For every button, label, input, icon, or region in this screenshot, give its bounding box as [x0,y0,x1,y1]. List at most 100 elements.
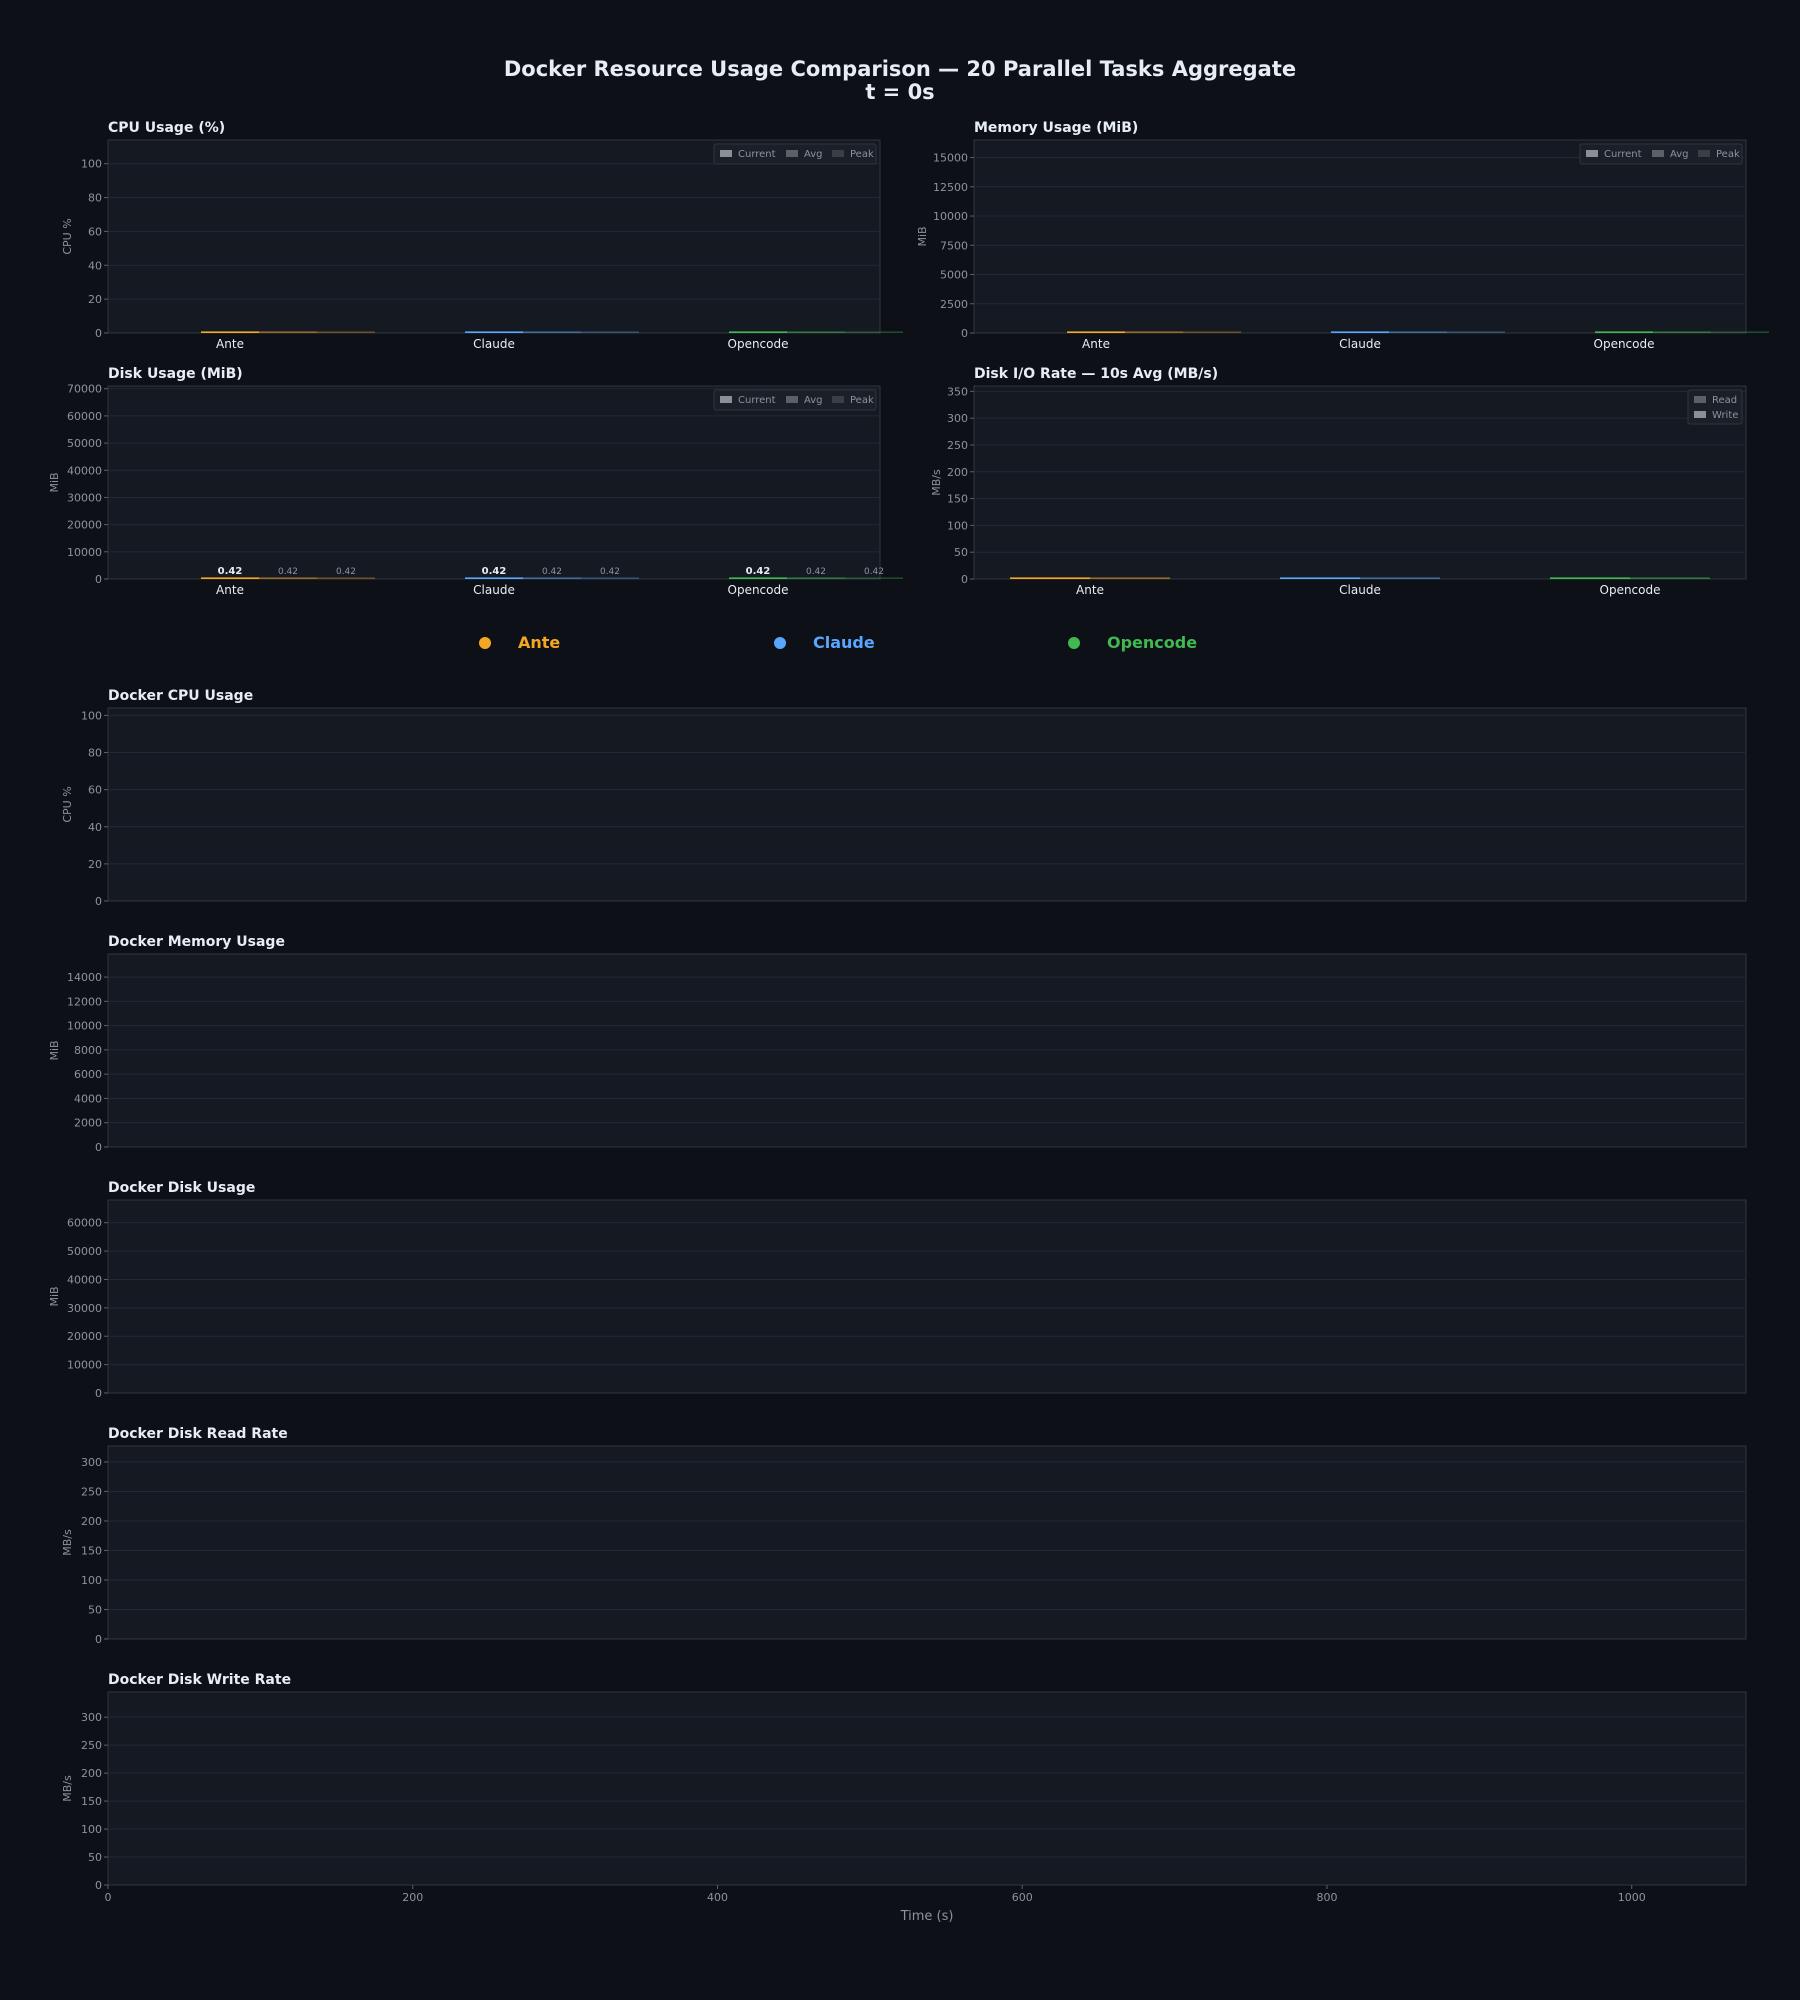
y-tick-label: 30000 [67,491,102,504]
x-tick-label: Opencode [728,337,789,351]
y-tick-label: 20 [88,858,102,871]
bar-value-label: 0.42 [542,567,562,577]
legend-swatch [786,396,798,403]
y-tick-label: 60000 [67,410,102,423]
legend-label: Write [1712,410,1738,421]
bar-avg [523,331,581,333]
figure-title: Docker Resource Usage Comparison — 20 Pa… [504,57,1296,81]
bar-current [465,577,523,579]
y-tick-label: 8000 [74,1044,102,1057]
y-tick-label: 15000 [933,152,968,165]
chart-read_line: Docker Disk Read Rate 0 50 100 150 200 250 300 M… [61,1426,1747,1646]
y-tick-label: 2500 [940,298,968,311]
x-tick-label: 0 [105,1891,112,1904]
bar-avg [787,331,845,333]
y-axis-label: MiB [48,472,61,492]
x-tick-label: Ante [1076,583,1104,597]
y-tick-label: 10000 [67,546,102,559]
figure-subtitle: t = 0s [865,80,934,104]
chart-title: Docker Disk Usage [108,1180,255,1196]
bar-current [201,331,259,333]
bar-write [1360,577,1440,579]
bar-avg [523,577,581,579]
y-tick-label: 4000 [74,1092,102,1105]
bar-peak [1447,331,1505,333]
chart-title: Docker Memory Usage [108,934,285,950]
y-tick-label: 100 [81,158,102,171]
y-tick-label: 30000 [67,1302,102,1315]
plot-area [107,953,1747,1148]
bar-write [1090,577,1170,579]
x-tick-label: Ante [216,337,244,351]
x-tick-label: 800 [1316,1891,1337,1904]
y-tick-label: 150 [81,1544,102,1557]
x-tick-label: Ante [216,583,244,597]
bar-write [1630,577,1710,579]
y-tick-label: 14000 [67,971,102,984]
y-axis-label: MB/s [930,469,943,496]
bar-peak [1711,331,1769,333]
series-legend: Read Write [1687,389,1743,425]
bar-current [201,577,259,579]
bar-value-label: 0.42 [864,567,884,577]
agent-legend-dot [774,637,786,649]
y-axis-label: MB/s [61,1775,74,1802]
bar-current [729,331,787,333]
y-tick-label: 150 [81,1795,102,1808]
y-tick-label: 12500 [933,181,968,194]
y-tick-label: 300 [81,1711,102,1724]
chart-disk_line: Docker Disk Usage 0 10000 20000 30000 40000 50… [48,1180,1747,1400]
y-tick-label: 50000 [67,437,102,450]
bar-read [1280,577,1360,579]
y-tick-label: 0 [95,895,102,908]
y-tick-label: 100 [947,519,968,532]
y-tick-label: 6000 [74,1068,102,1081]
y-tick-label: 0 [961,327,968,340]
agent-legend-dot [479,637,491,649]
y-tick-label: 40000 [67,1273,102,1286]
legend-label: Current [738,395,776,406]
y-tick-label: 0 [95,1879,102,1892]
legend-swatch [720,396,732,403]
agent-legend-label: Ante [518,633,560,652]
plot-area [107,385,881,580]
bar-current [1067,331,1125,333]
y-axis-label: CPU % [61,218,74,254]
y-tick-label: 50 [88,1603,102,1616]
x-tick-label: Claude [473,583,515,597]
bar-value-label: 0.42 [806,567,826,577]
bar-read [1550,577,1630,579]
y-tick-label: 250 [81,1485,102,1498]
y-tick-label: 200 [947,466,968,479]
chart-mem_line: Docker Memory Usage 0 2000 4000 6000 8000 1000… [48,934,1747,1154]
y-tick-label: 60000 [67,1217,102,1230]
y-tick-label: 10000 [67,1359,102,1372]
plot-area [107,1199,1747,1394]
plot-area [107,139,881,334]
y-tick-label: 300 [81,1456,102,1469]
x-tick-label: Claude [1339,583,1381,597]
y-tick-label: 0 [95,1633,102,1646]
x-tick-label: 200 [402,1891,423,1904]
y-tick-label: 350 [947,385,968,398]
dashboard-figure: Docker Resource Usage Comparison — 20 Pa… [0,0,1800,2000]
y-tick-label: 200 [81,1767,102,1780]
bar-avg [259,331,317,333]
x-tick-label: Claude [1339,337,1381,351]
x-axis-label: Time (s) [900,1909,954,1924]
chart-io_bar: Disk I/O Rate — 10s Avg (MB/s) 0 50 100 150 2… [930,366,1747,597]
y-tick-label: 250 [81,1739,102,1752]
legend-swatch [1652,150,1664,157]
legend-label: Avg [804,149,823,160]
x-tick-label: Opencode [1600,583,1661,597]
chart-title: Docker CPU Usage [108,688,253,704]
y-tick-label: 150 [947,493,968,506]
series-legend: Current Avg Peak [713,143,877,165]
y-tick-label: 50000 [67,1245,102,1258]
chart-cpu_bar: CPU Usage (%) 0 20 40 60 80 100 CPU % Ante Claude… [61,120,903,351]
chart-title: Disk I/O Rate — 10s Avg (MB/s) [974,366,1218,382]
legend-label: Peak [850,395,874,406]
legend-label: Current [1604,149,1642,160]
bar-avg [1125,331,1183,333]
y-axis-label: CPU % [61,786,74,822]
